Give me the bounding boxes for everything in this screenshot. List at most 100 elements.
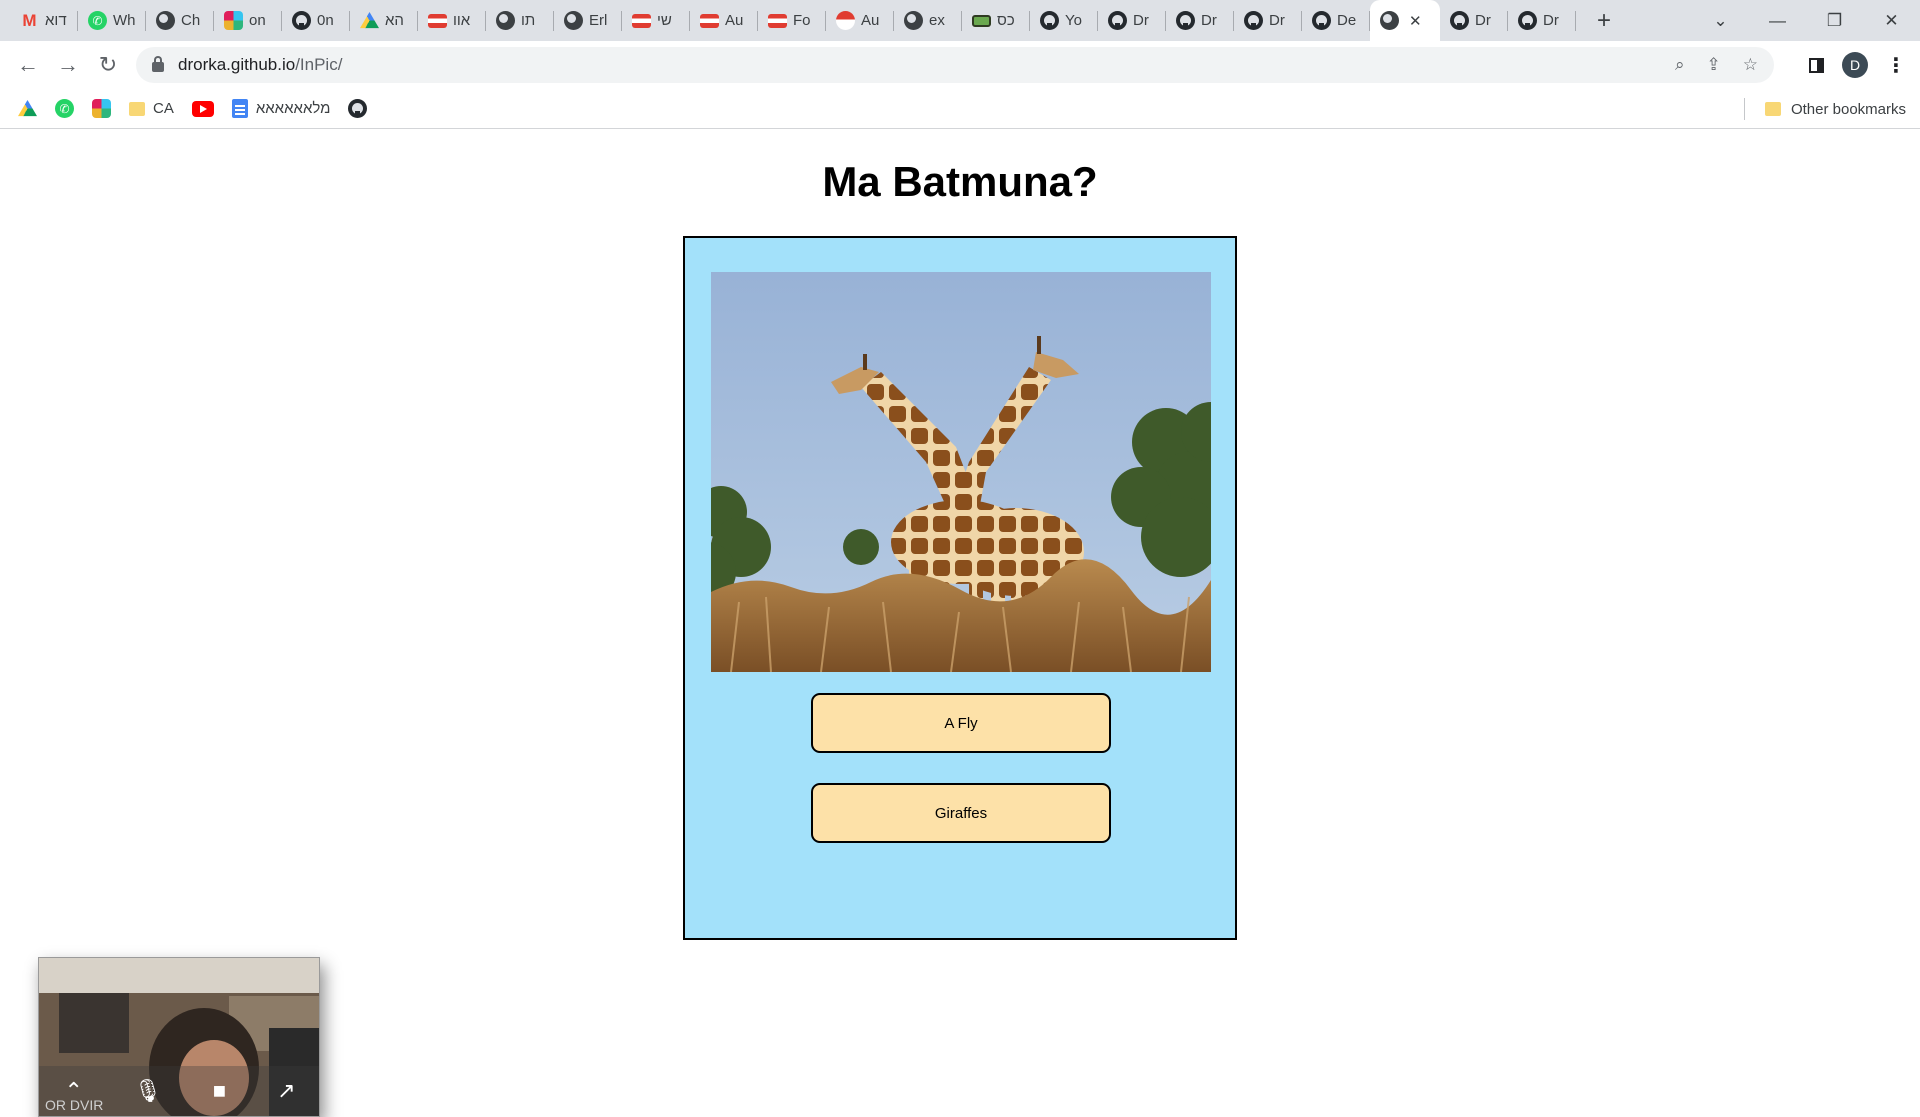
answer-button-2[interactable]: Giraffes <box>811 783 1111 843</box>
tab-title: Wh <box>113 12 136 29</box>
tab[interactable]: Yo <box>1030 0 1098 41</box>
zoom-icon[interactable]: ⌕ <box>1675 55 1685 75</box>
tab[interactable]: ✆ Wh <box>78 0 146 41</box>
answer-button-1[interactable]: A Fly <box>811 693 1111 753</box>
tab[interactable]: הא <box>350 0 418 41</box>
camera-icon[interactable]: ■ <box>213 1078 226 1104</box>
github-icon <box>1450 11 1469 30</box>
whatsapp-icon[interactable]: ✆ <box>55 99 74 118</box>
microphone-icon[interactable]: 🎙 <box>134 1078 162 1104</box>
url-path: /InPic/ <box>295 55 343 74</box>
reload-button[interactable]: ↻ <box>88 45 128 85</box>
tab[interactable]: De <box>1302 0 1370 41</box>
tab[interactable]: תו <box>486 0 554 41</box>
github-icon <box>1312 11 1331 30</box>
tab[interactable]: Erl <box>554 0 622 41</box>
browser-toolbar: ← → ↻ drorka.github.io/InPic/ ⌕ ⇪ ☆ D ⋮ <box>0 41 1920 89</box>
tab[interactable]: Dr <box>1234 0 1302 41</box>
share-icon[interactable]: ⇪ <box>1707 55 1721 75</box>
globe-icon <box>1380 11 1399 30</box>
other-bookmarks[interactable]: Other bookmarks <box>1743 89 1906 129</box>
tab[interactable]: כס <box>962 0 1030 41</box>
tab-search-icon[interactable]: ⌄ <box>1692 11 1749 31</box>
tab-title: on <box>249 12 266 29</box>
tab[interactable]: Au <box>826 0 894 41</box>
youtube-icon[interactable] <box>191 100 214 117</box>
globe-icon <box>156 11 175 30</box>
tab-title: ex <box>929 12 945 29</box>
flag-circle-icon <box>836 11 855 30</box>
tab[interactable]: אוו <box>418 0 486 41</box>
restore-button[interactable]: ❐ <box>1806 11 1863 31</box>
tab-title: Fo <box>793 12 811 29</box>
forward-button[interactable]: → <box>48 45 88 85</box>
menu-icon[interactable]: ⋮ <box>1886 53 1906 78</box>
giraffes-photo <box>711 272 1211 672</box>
globe-icon <box>904 11 923 30</box>
flag-icon <box>428 13 447 28</box>
bookmark-label: CA <box>153 100 174 117</box>
docs-icon <box>231 99 248 118</box>
bookmark-folder-ca[interactable]: CA <box>129 100 174 117</box>
tab[interactable]: 0n <box>282 0 350 41</box>
back-button[interactable]: ← <box>8 45 48 85</box>
github-icon[interactable] <box>348 99 368 118</box>
side-panel-icon[interactable] <box>1809 57 1824 73</box>
tab-title: Yo <box>1065 12 1082 29</box>
video-call-overlay[interactable]: ⌃ 🎙 ■ ↗ OR DVIR <box>38 957 320 1117</box>
tab-title: 0n <box>317 12 334 29</box>
bookmark-doc[interactable]: מלאאאאאא <box>231 99 331 118</box>
flag-icon <box>768 13 787 28</box>
tab[interactable]: Ch <box>146 0 214 41</box>
slack-icon <box>224 11 243 30</box>
github-icon <box>1040 11 1059 30</box>
toolbar-right: D ⋮ <box>1809 41 1920 89</box>
participant-name: OR DVIR <box>45 1097 104 1113</box>
drive-icon <box>360 11 379 29</box>
share-screen-icon[interactable]: ↗ <box>277 1078 295 1104</box>
slack-icon[interactable] <box>92 99 111 118</box>
tab-title: Erl <box>589 12 608 29</box>
tab[interactable]: Dr <box>1166 0 1234 41</box>
flag-icon <box>700 13 719 28</box>
tab-title: דוא <box>45 12 67 29</box>
quiz-image <box>711 272 1211 672</box>
tab[interactable]: Fo <box>758 0 826 41</box>
window-controls: ⌄ — ❐ ✕ <box>1692 0 1920 41</box>
github-icon <box>292 11 311 30</box>
page-content: Ma Batmuna? A Fly Giraffes ⌃ 🎙 ■ ↗ OR DV… <box>0 130 1920 1117</box>
tab-title: שי <box>657 12 672 29</box>
tab-title: תו <box>521 12 536 29</box>
bookmarks-bar: ✆ CA מלאאאאאא Other bookmarks <box>0 89 1920 129</box>
lock-icon[interactable] <box>152 56 164 72</box>
new-tab-button[interactable]: + <box>1584 0 1624 41</box>
profile-avatar[interactable]: D <box>1842 52 1868 78</box>
close-window-button[interactable]: ✕ <box>1863 11 1920 31</box>
tab[interactable]: Dr <box>1098 0 1166 41</box>
globe-icon <box>564 11 583 30</box>
minimize-button[interactable]: — <box>1749 11 1806 31</box>
close-tab-icon[interactable]: ✕ <box>1409 12 1422 30</box>
omnibox-actions: ⌕ ⇪ ☆ <box>1675 47 1758 83</box>
github-icon <box>1108 11 1127 30</box>
globe-icon <box>496 11 515 30</box>
divider <box>1743 98 1745 120</box>
tab[interactable]: Dr <box>1508 0 1576 41</box>
tab[interactable]: on <box>214 0 282 41</box>
other-bookmarks-label: Other bookmarks <box>1790 100 1906 118</box>
address-bar[interactable]: drorka.github.io/InPic/ ⌕ ⇪ ☆ <box>136 47 1774 83</box>
gmail-icon: M <box>22 10 37 30</box>
tab[interactable]: Au <box>690 0 758 41</box>
tab-title: אוו <box>453 12 471 29</box>
tab[interactable]: שי <box>622 0 690 41</box>
tab[interactable]: ex <box>894 0 962 41</box>
bookmark-label: מלאאאאאא <box>255 100 331 117</box>
bookmark-star-icon[interactable]: ☆ <box>1743 55 1758 75</box>
tab[interactable]: M דוא <box>10 0 78 41</box>
tab-title: De <box>1337 12 1357 29</box>
quiz-card: A Fly Giraffes <box>683 236 1237 940</box>
tab[interactable]: Dr <box>1440 0 1508 41</box>
flag-icon <box>632 13 651 28</box>
drive-icon[interactable] <box>18 99 37 117</box>
tab-active[interactable]: ✕ <box>1370 0 1440 41</box>
